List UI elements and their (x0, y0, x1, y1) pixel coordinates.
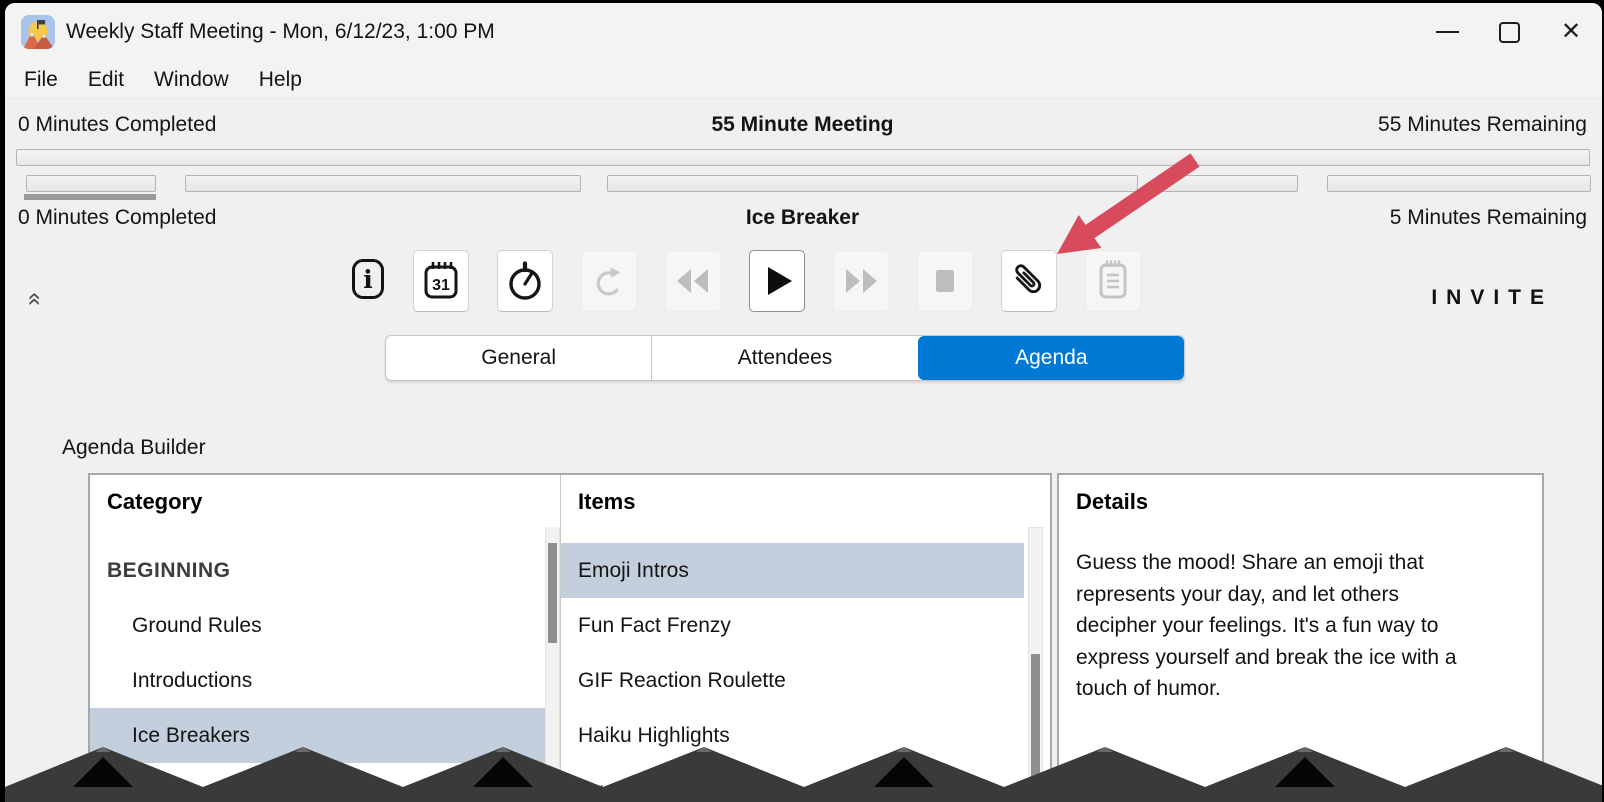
title-bar: Weekly Staff Meeting - Mon, 6/12/23, 1:0… (5, 3, 1602, 61)
category-row-partial[interactable]: gniti (90, 763, 545, 802)
details-text: Guess the mood! Share an emoji that repr… (1076, 551, 1457, 700)
calendar-icon: 31 (424, 262, 458, 299)
window-controls: ✕ (1416, 3, 1602, 61)
segment-bar-1 (185, 175, 581, 192)
overall-completed-label: 0 Minutes Completed (18, 113, 217, 136)
rewind-button[interactable] (665, 250, 721, 312)
category-list: BEGINNING Ground Rules Introductions Ice Br… (90, 543, 545, 802)
notes-icon (1099, 260, 1127, 299)
segment-bars (5, 175, 1602, 201)
reset-button[interactable] (581, 250, 637, 312)
items-column: Items Emoji Intros Fun Fact Frenzy GIF Rea… (561, 475, 1050, 802)
current-segment-indicator (24, 194, 156, 200)
maximize-icon (1498, 21, 1520, 43)
items-scrollbar[interactable] (1028, 527, 1043, 802)
calendar-day-text: 31 (432, 277, 450, 294)
current-item-labels: 0 Minutes Completed Ice Breaker 5 Minute… (18, 206, 1587, 234)
paperclip-icon (1015, 264, 1042, 294)
toolbar: 31 (413, 250, 1141, 312)
category-scrollbar-thumb[interactable] (548, 543, 557, 643)
category-row-ground-rules[interactable]: Ground Rules (90, 598, 545, 653)
rewind-icon (677, 269, 708, 293)
partial-text-fragment: Inv (575, 778, 604, 802)
item-row-emoji-intros[interactable]: Emoji Intros (561, 543, 1024, 598)
timer-icon (509, 261, 541, 300)
collapse-button[interactable]: « (22, 287, 49, 311)
attach-button[interactable] (1001, 250, 1057, 312)
reset-icon (596, 267, 621, 296)
items-scrollbar-thumb[interactable] (1031, 654, 1040, 792)
menu-item-file[interactable]: File (9, 68, 73, 92)
play-button[interactable] (749, 250, 805, 312)
menu-item-window[interactable]: Window (139, 68, 244, 92)
item-row-haiku-highlights[interactable]: Haiku Highlights (561, 708, 1024, 763)
details-panel: Details Guess the mood! Share an emoji t… (1057, 473, 1544, 802)
app-window: Weekly Staff Meeting - Mon, 6/12/23, 1:0… (5, 3, 1602, 802)
fast-forward-button[interactable] (833, 250, 889, 312)
category-column-header: Category (107, 489, 203, 514)
info-icon[interactable]: i (352, 259, 384, 299)
category-column: Category BEGINNING Ground Rules Introducti… (90, 475, 560, 802)
stop-icon (936, 270, 954, 292)
tab-general[interactable]: General (386, 336, 651, 380)
minimize-button[interactable] (1416, 3, 1478, 61)
current-remaining-label: 5 Minutes Remaining (1389, 206, 1587, 229)
menu-item-help[interactable]: Help (244, 68, 317, 92)
category-row-ice-breakers[interactable]: Ice Breakers (90, 708, 545, 763)
segment-bar-2 (607, 175, 1138, 192)
close-icon: ✕ (1560, 18, 1582, 45)
stop-button[interactable] (917, 250, 973, 312)
app-icon (21, 15, 55, 49)
timer-button[interactable] (497, 250, 553, 312)
meeting-length-label: 55 Minute Meeting (711, 113, 894, 136)
current-item-label: Ice Breaker (745, 206, 860, 229)
partial-text-fragment: gniti (257, 778, 296, 802)
tab-bar: General Attendees Agenda (385, 335, 1185, 381)
tab-attendees[interactable]: Attendees (651, 336, 917, 380)
tab-agenda[interactable]: Agenda (917, 336, 1184, 380)
play-icon (768, 267, 792, 295)
current-completed-label: 0 Minutes Completed (18, 206, 217, 229)
fast-forward-icon (846, 269, 877, 293)
segment-bar-4 (1327, 175, 1591, 192)
category-row-beginning[interactable]: BEGINNING (90, 543, 545, 598)
minimize-icon (1435, 31, 1459, 33)
window-title: Weekly Staff Meeting - Mon, 6/12/23, 1:0… (66, 20, 495, 43)
items-column-header: Items (578, 489, 636, 514)
category-scrollbar[interactable] (545, 527, 560, 802)
item-row-partial[interactable]: Inv tion (561, 763, 1024, 802)
segment-bar-3 (1157, 175, 1298, 192)
invite-button[interactable]: INVITE (1431, 286, 1553, 310)
category-row-introductions[interactable]: Introductions (90, 653, 545, 708)
menu-bar: File Edit Window Help (5, 61, 1602, 99)
items-list: Emoji Intros Fun Fact Frenzy GIF Reaction … (561, 543, 1024, 802)
close-button[interactable]: ✕ (1540, 3, 1602, 61)
overall-progress-labels: 0 Minutes Completed 55 Minute Meeting 55… (18, 113, 1587, 141)
overall-remaining-label: 55 Minutes Remaining (1378, 113, 1587, 136)
details-column-header: Details (1076, 489, 1149, 514)
agenda-lists-panel: Category BEGINNING Ground Rules Introducti… (88, 473, 1052, 802)
partial-text-fragment: tion (768, 778, 802, 802)
segment-bar-0 (26, 175, 156, 192)
menu-item-edit[interactable]: Edit (73, 68, 139, 92)
notes-button[interactable] (1085, 250, 1141, 312)
calendar-button[interactable]: 31 (413, 250, 469, 312)
item-row-gif-reaction-roulette[interactable]: GIF Reaction Roulette (561, 653, 1024, 708)
agenda-builder-label: Agenda Builder (62, 436, 206, 459)
item-row-fun-fact-frenzy[interactable]: Fun Fact Frenzy (561, 598, 1024, 653)
overall-progress-bar (16, 149, 1590, 166)
maximize-button[interactable] (1478, 3, 1540, 61)
